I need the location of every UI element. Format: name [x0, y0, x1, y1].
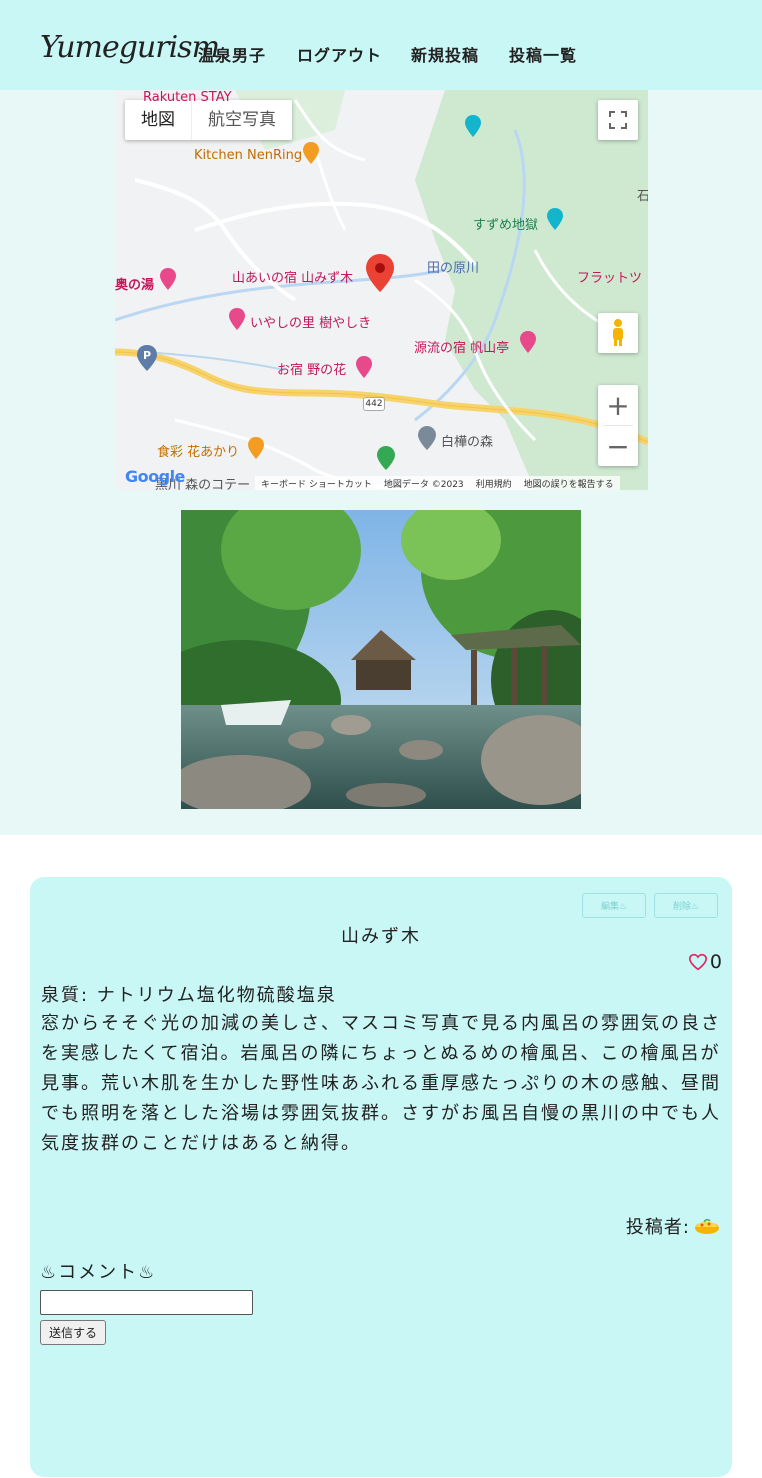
- nav-post-list[interactable]: 投稿一覧: [509, 42, 577, 66]
- map-label-iyashi: いやしの里 樹やしき: [250, 316, 372, 331]
- map-label-shirakaba: 白樺の森: [441, 435, 494, 450]
- google-logo: Google: [125, 467, 185, 486]
- site-logo[interactable]: Yumegurism: [40, 30, 220, 65]
- park-pin-icon: [377, 446, 395, 470]
- map-type-control: 地図 航空写真: [125, 100, 292, 140]
- onsen-photo-image: [181, 510, 581, 809]
- site-header: Yumegurism 温泉男子 ログアウト 新規投稿 投稿一覧: [0, 0, 762, 90]
- restaurant-pin-icon: [248, 437, 264, 459]
- map-label-suzume: すずめ地獄: [473, 218, 539, 233]
- onsen-photo: [181, 510, 581, 809]
- zoom-in-button[interactable]: +: [598, 385, 638, 425]
- hotel-pin-icon: [356, 356, 372, 378]
- like-count: 0: [709, 951, 722, 973]
- map-label-ishi: 石: [637, 189, 648, 204]
- map-label-hanaakari: 食彩 花あかり: [157, 445, 240, 460]
- report-error-link[interactable]: 地図の誤りを報告する: [524, 477, 614, 490]
- like-control: 0: [688, 951, 722, 973]
- map-attribution: キーボード ショートカット 地図データ ©2023 利用規約 地図の誤りを報告す…: [255, 476, 620, 490]
- comment-heading: ♨コメント♨: [40, 1262, 157, 1283]
- spring-quality: 泉質: ナトリウム塩化物硫酸塩泉: [41, 985, 337, 1006]
- delete-button[interactable]: 削除♨: [654, 893, 718, 918]
- zoom-control: + −: [598, 385, 638, 466]
- post-card: 編集♨ 削除♨ 山みず木 0 泉質: ナトリウム塩化物硫酸塩泉 窓からそそぐ光の…: [30, 877, 732, 1477]
- map-type-roadmap[interactable]: 地図: [125, 100, 191, 140]
- parking-pin-icon: P: [137, 345, 157, 371]
- edit-button[interactable]: 編集♨: [582, 893, 646, 918]
- post-title: 山みず木: [341, 926, 421, 947]
- fullscreen-button[interactable]: [598, 100, 638, 140]
- nav-onsen-danshi[interactable]: 温泉男子: [198, 42, 266, 66]
- street-view-pegman[interactable]: [598, 313, 638, 353]
- restaurant-pin-icon: [303, 142, 319, 164]
- hotel-pin-icon: [160, 268, 176, 290]
- map-data-credit: 地図データ ©2023: [383, 479, 464, 490]
- map-label-flat: フラットツ: [577, 271, 643, 286]
- map-label-kitchen: Kitchen NenRing: [194, 148, 303, 163]
- zoom-out-button[interactable]: −: [598, 426, 638, 466]
- terms-link[interactable]: 利用規約: [476, 477, 512, 490]
- svg-text:P: P: [143, 349, 151, 362]
- map-label-nonohana: お宿 野の花: [277, 363, 347, 378]
- map-label-okunoyu: 奥の湯: [115, 278, 155, 293]
- poi-pin-icon: [418, 426, 436, 450]
- hotel-pin-icon: [229, 308, 245, 330]
- author-label: 投稿者:: [625, 1217, 690, 1238]
- hotel-pin-icon: [520, 331, 536, 353]
- comment-input[interactable]: [40, 1290, 253, 1315]
- fullscreen-icon: [609, 111, 627, 129]
- post-author: 投稿者:: [626, 1213, 720, 1239]
- nav-logout[interactable]: ログアウト: [297, 42, 382, 66]
- comment-submit-button[interactable]: 送信する: [40, 1320, 107, 1345]
- keyboard-shortcuts-link[interactable]: キーボード ショートカット: [261, 477, 372, 490]
- post-description: 窓からそそぐ光の加減の美しさ、マスコミ写真で見る内風呂の雰囲気の良さを実感したく…: [41, 1013, 721, 1154]
- map-type-satellite[interactable]: 航空写真: [191, 100, 292, 140]
- google-map[interactable]: 地図 航空写真 + − Rakuten STAY Kitchen NenRing…: [115, 90, 648, 490]
- author-avatar[interactable]: [694, 1216, 720, 1236]
- pegman-icon: [613, 319, 623, 346]
- map-label-rakuten: Rakuten STAY: [143, 90, 232, 105]
- heart-icon[interactable]: [688, 953, 708, 971]
- google-logo-text: Google: [125, 467, 185, 486]
- poi-pin-icon: [465, 115, 481, 137]
- nav-new-post[interactable]: 新規投稿: [411, 42, 479, 66]
- map-label-yamamizuki: 山あいの宿 山みず木: [232, 271, 354, 286]
- route-shield: 442: [363, 397, 385, 411]
- map-label-tanoharu: 田の原川: [427, 261, 480, 276]
- selected-location-marker-icon: [366, 254, 394, 292]
- attraction-pin-icon: [547, 208, 563, 230]
- map-label-genryu: 源流の宿 帆山亭: [414, 341, 510, 356]
